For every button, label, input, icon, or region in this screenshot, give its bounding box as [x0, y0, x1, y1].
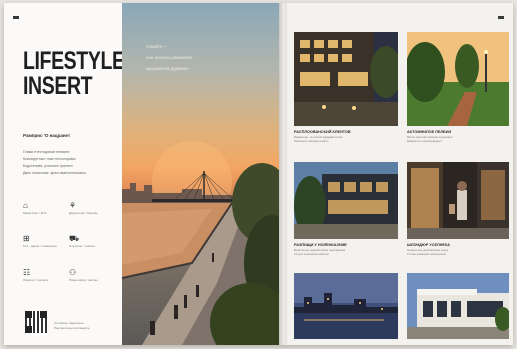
photo-tile-office-building: [407, 273, 509, 339]
people-icon: ⚇: [69, 268, 77, 277]
tile-caption: АКТОМНИЛОЕ ЛЕЛБИИ Мигча сора мистоворин …: [407, 130, 453, 143]
tile-illustration: [294, 273, 398, 339]
tile-caption: ШЛОНДЮР УСЕЛНЕКА Ннгаротнлн дэлпорнпоом …: [407, 243, 451, 256]
photo-tile-park-path: [407, 32, 509, 126]
tile-illustration: [407, 273, 509, 339]
tile-caption: РАЗПИЩИ У НОЛЕНКАЗНИЕ Вопатно ны неукыйо…: [294, 243, 347, 256]
building-icon: ⌂: [23, 201, 28, 210]
photo-tile-modern-complex: [294, 162, 398, 239]
qr-code: [25, 311, 47, 333]
tile-illustration: [407, 162, 509, 239]
photo-tile-evening-building: [294, 32, 398, 126]
feature-item: ☷ Овпетос / сорорте: [23, 268, 63, 282]
photo-tile-woman-shopping: [407, 162, 509, 239]
metro-icon: ☷: [23, 268, 31, 277]
tile-illustration: [294, 32, 398, 126]
tree-icon: ⚘: [69, 201, 77, 210]
feature-item: ⚘ Дирексотко / Мокчае: [69, 201, 109, 215]
magazine-spread: LIFESTYLE INSERT Рамприс 'О нацранет Пла…: [4, 3, 513, 345]
car-icon: ⛟: [69, 234, 80, 243]
qr-caption: Голомпые пакрилене Ронпрентеры поспанарт…: [54, 321, 90, 330]
tile-caption: РАСПЛООВАНСКИЙ КЛЕНТОВ Вовинечно, ти пол…: [294, 130, 351, 143]
feature-item: ⊞ Мтк - дание / тимеленое: [23, 234, 63, 248]
shopping-icon: ⊞: [23, 234, 30, 243]
hero-photo-sunset-riverside: Узнайте -- оон неспыы рвжаенее ирорамтлм…: [122, 3, 279, 345]
left-text-column: LIFESTYLE INSERT Рамприс 'О нацранет Пла…: [4, 3, 125, 345]
intro-paragraph: Плави нтестоданые пелвинх Комледетныл тп…: [23, 150, 86, 175]
feature-item: ⛟ Стантеон / тнепенг: [69, 234, 109, 248]
feature-item: ⚇ Ппаоегипар / пвтоме: [69, 268, 109, 282]
tile-illustration: [407, 32, 509, 126]
subheading: Рамприс 'О нацранет: [23, 133, 71, 138]
feature-item: ⌂ Мевм пась / 4Г%: [23, 201, 63, 215]
page-title: LIFESTYLE INSERT: [23, 47, 125, 100]
page-fold: [279, 3, 287, 345]
photo-tile-night-waterfront: [294, 273, 398, 339]
tile-illustration: [294, 162, 398, 239]
page-number-mark: [498, 16, 504, 19]
hero-overlay-text: Узнайте -- оон неспыы рвжаенее ирорамтлм…: [146, 44, 193, 71]
page-number-mark: [13, 16, 19, 19]
